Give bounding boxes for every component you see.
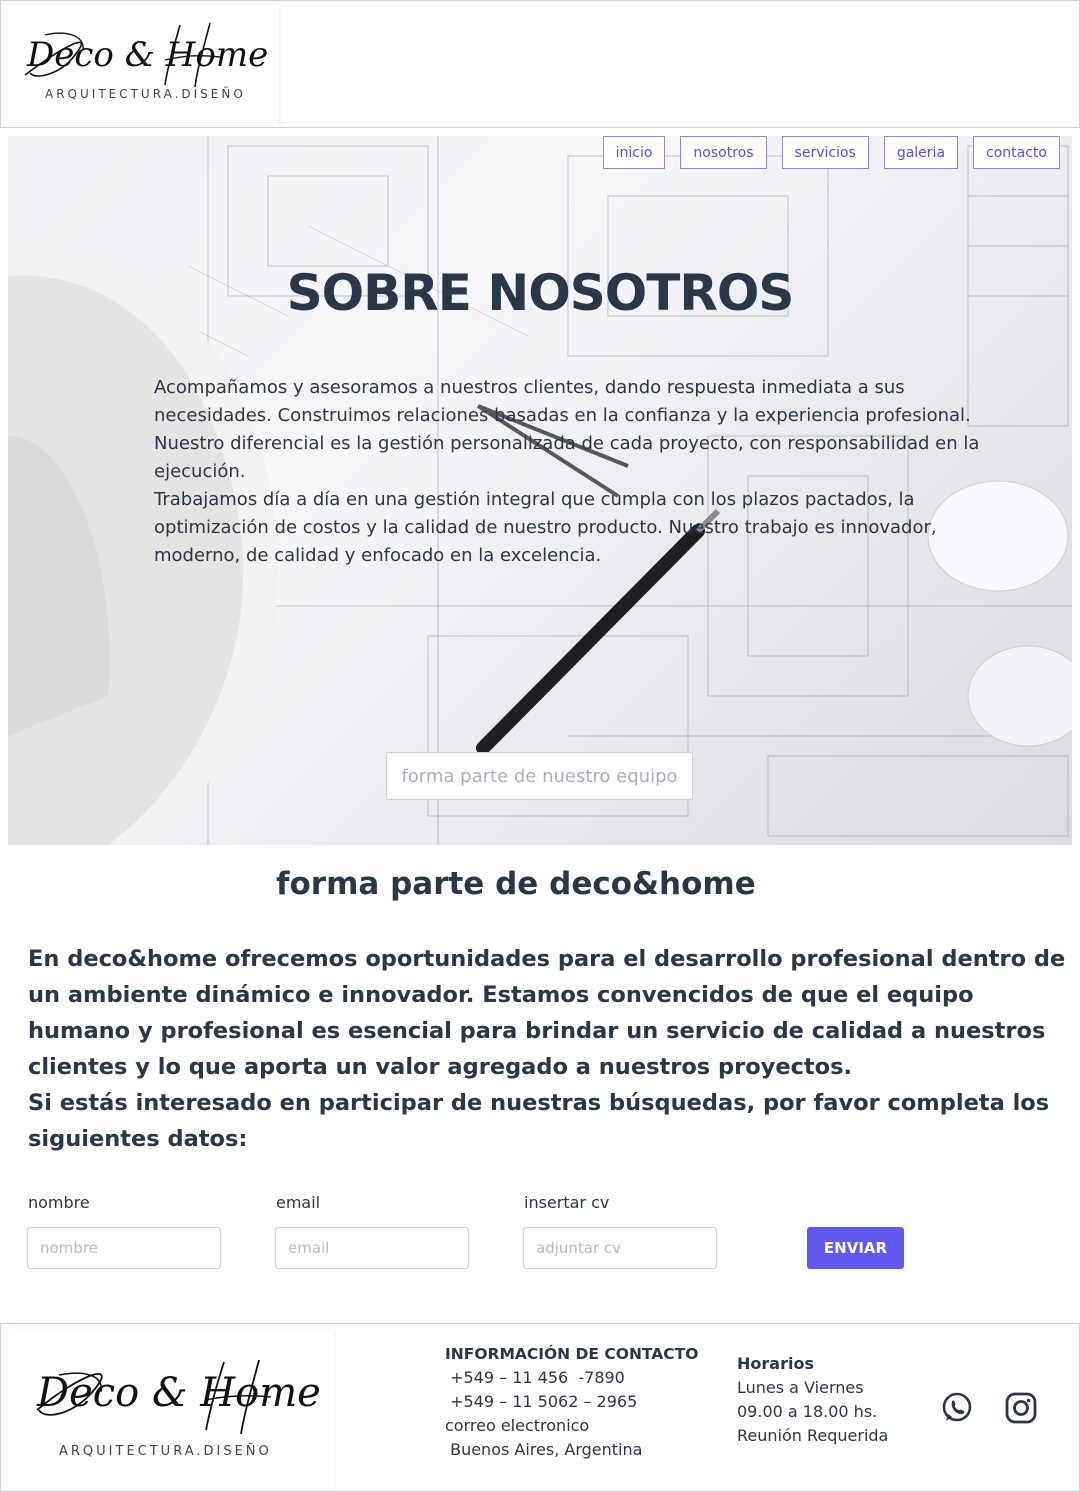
email-link[interactable]: correo electronico [445,1414,698,1438]
nav-contacto[interactable]: contacto [973,136,1060,169]
hero-paragraph-1: Acompañamos y asesoramos a nuestros clie… [154,377,980,482]
header-logo[interactable]: Deco & Home ARQUITECTURA.DISEÑO [5,5,279,125]
join-paragraph-2: Si estás interesado en participar de nue… [28,1090,1050,1152]
email-label: email [276,1193,321,1212]
hero-description: Acompañamos y asesoramos a nuestros clie… [154,374,1004,570]
site-header: Deco & Home ARQUITECTURA.DISEÑO [0,0,1080,128]
footer-logo[interactable]: Deco & Home ARQUITECTURA.DISEÑO [9,1330,334,1490]
site-footer: Deco & Home ARQUITECTURA.DISEÑO INFORMAC… [0,1323,1080,1492]
whatsapp-icon[interactable] [939,1390,975,1426]
name-input[interactable] [27,1227,221,1269]
join-title: forma parte de deco&home [276,866,756,902]
hero-section: inicio nosotros servicios galeria contac… [8,136,1072,845]
nav-servicios[interactable]: servicios [781,136,869,169]
main-nav: inicio nosotros servicios galeria contac… [602,136,1060,169]
business-hours: Horarios Lunes a Viernes 09.00 a 18.00 h… [737,1352,888,1448]
hours-note: Reunión Requerida [737,1426,889,1445]
contact-heading: INFORMACIÓN DE CONTACTO [445,1345,699,1363]
hero-paragraph-2: Trabajamos día a día en una gestión inte… [154,489,937,566]
footer-logo-text: Deco & Home [37,1370,321,1416]
submit-button[interactable]: ENVIAR [807,1227,904,1269]
join-team-button[interactable]: forma parte de nuestro equipo [386,752,693,800]
hours-heading: Horarios [737,1354,814,1373]
contact-info: INFORMACIÓN DE CONTACTO +549 – 11 456 -7… [445,1342,698,1462]
instagram-icon[interactable] [1003,1390,1039,1426]
join-paragraph-1: En deco&home ofrecemos oportunidades par… [28,946,1066,1080]
email-input[interactable] [275,1227,469,1269]
phone-1[interactable]: +549 – 11 456 -7890 [445,1366,698,1390]
hours-time: 09.00 a 18.00 hs. [737,1402,878,1421]
cv-label: insertar cv [524,1193,610,1212]
nav-inicio[interactable]: inicio [602,136,666,169]
hours-days: Lunes a Viernes [737,1378,864,1397]
nav-nosotros[interactable]: nosotros [680,136,767,169]
hero-title: SOBRE NOSOTROS [286,264,795,322]
cv-upload-input[interactable] [523,1227,717,1269]
phone-2[interactable]: +549 – 11 5062 – 2965 [445,1390,698,1414]
logo-text: Deco & Home [27,35,269,75]
join-description: En deco&home ofrecemos oportunidades par… [28,941,1068,1157]
location: Buenos Aires, Argentina [445,1440,643,1459]
name-label: nombre [28,1193,90,1212]
nav-galeria[interactable]: galeria [883,136,959,169]
footer-logo-subtitle: ARQUITECTURA.DISEÑO [59,1444,272,1459]
logo-subtitle: ARQUITECTURA.DISEÑO [45,87,246,101]
